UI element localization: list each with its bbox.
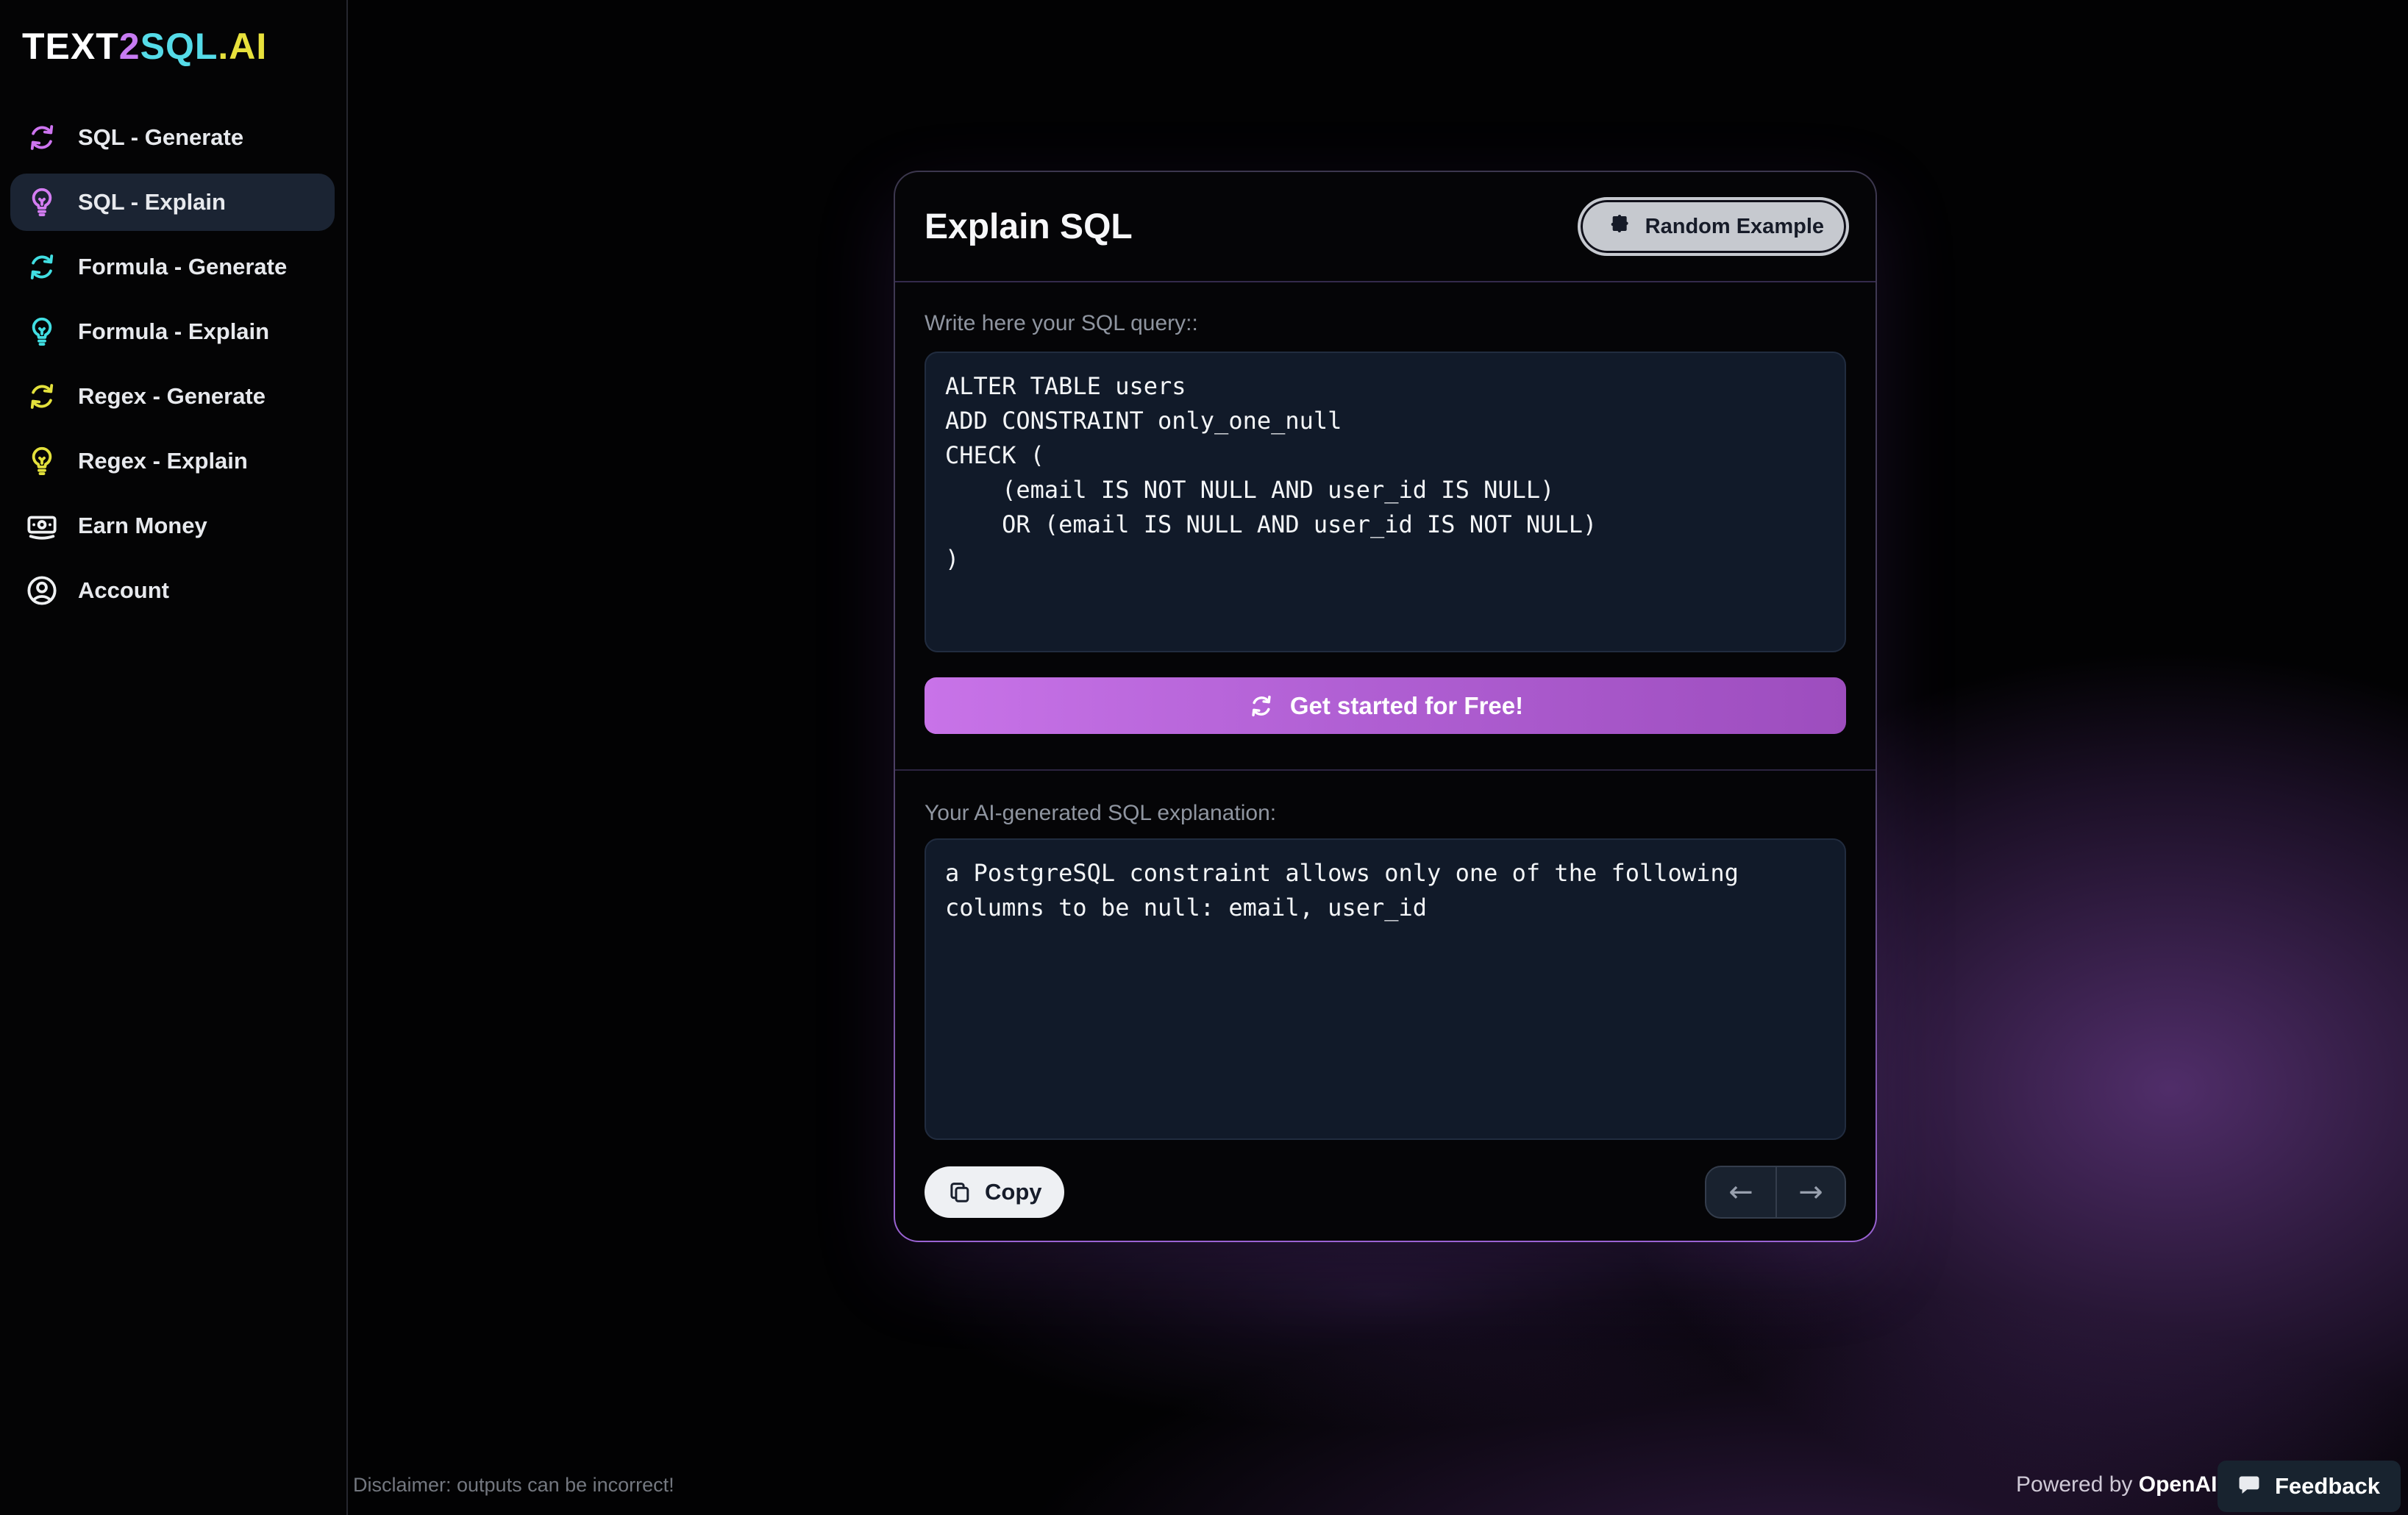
previous-result-button[interactable]: ←: [1706, 1167, 1775, 1217]
refresh-icon: [25, 379, 59, 413]
explanation-label: Your AI-generated SQL explanation:: [925, 800, 1846, 827]
random-example-label: Random Example: [1645, 215, 1824, 239]
card-footer: Copy ← →: [925, 1166, 1846, 1219]
page-title: Explain SQL: [925, 207, 1133, 247]
app-logo: TEXT2SQL.AI: [22, 25, 267, 68]
explanation-section: Your AI-generated SQL explanation: a Pos…: [895, 771, 1876, 1219]
refresh-icon: [1247, 692, 1275, 720]
banknote-icon: [25, 509, 59, 543]
powered-by: Powered by OpenAI: [2016, 1472, 2217, 1497]
sidebar-item-label: Formula - Generate: [78, 254, 287, 280]
sidebar-item-label: Regex - Generate: [78, 383, 266, 410]
arrow-left-icon: ←: [1728, 1175, 1753, 1209]
logo-text: TEXT: [22, 26, 119, 67]
copy-label: Copy: [985, 1179, 1042, 1205]
query-section: Write here your SQL query:: ALTER TABLE …: [895, 282, 1876, 734]
powered-by-prefix: Powered by: [2016, 1472, 2139, 1497]
sidebar-item-regex-explain[interactable]: Regex - Explain: [10, 432, 335, 490]
sidebar-item-formula-generate[interactable]: Formula - Generate: [10, 238, 335, 296]
powered-by-brand: OpenAI: [2139, 1472, 2218, 1497]
explain-sql-card: Explain SQL Random Example Write here yo…: [894, 171, 1877, 1242]
sidebar-item-regex-generate[interactable]: Regex - Generate: [10, 368, 335, 425]
account-icon: [25, 574, 59, 607]
get-started-button[interactable]: Get started for Free!: [925, 677, 1846, 734]
sidebar-item-formula-explain[interactable]: Formula - Explain: [10, 303, 335, 360]
card-header: Explain SQL Random Example: [895, 172, 1876, 282]
sidebar-item-label: SQL - Explain: [78, 189, 226, 215]
history-pager: ← →: [1705, 1166, 1846, 1219]
next-result-button[interactable]: →: [1775, 1167, 1845, 1217]
refresh-icon: [25, 250, 59, 284]
sidebar-item-label: SQL - Generate: [78, 124, 243, 151]
sidebar-item-sql-generate[interactable]: SQL - Generate: [10, 109, 335, 166]
feedback-label: Feedback: [2275, 1473, 2380, 1500]
sql-explanation-output[interactable]: a PostgreSQL constraint allows only one …: [925, 838, 1846, 1140]
disclaimer-text: Disclaimer: outputs can be incorrect!: [353, 1474, 674, 1497]
arrow-right-icon: →: [1798, 1175, 1823, 1209]
logo-sql: SQL: [140, 26, 218, 67]
query-label: Write here your SQL query::: [925, 310, 1846, 337]
sidebar-item-account[interactable]: Account: [10, 562, 335, 619]
sidebar-item-earn-money[interactable]: Earn Money: [10, 497, 335, 555]
feedback-button[interactable]: Feedback: [2218, 1461, 2401, 1512]
logo-two: 2: [119, 26, 140, 67]
get-started-label: Get started for Free!: [1290, 692, 1523, 720]
copy-button[interactable]: Copy: [925, 1166, 1064, 1218]
lightbulb-icon: [25, 185, 59, 219]
refresh-icon: [25, 121, 59, 154]
puzzle-icon: [1603, 212, 1632, 241]
sidebar-item-label: Earn Money: [78, 513, 207, 539]
sidebar-item-sql-explain[interactable]: SQL - Explain: [10, 174, 335, 231]
speech-bubble-icon: [2235, 1472, 2263, 1500]
copy-icon: [947, 1179, 973, 1205]
lightbulb-icon: [25, 444, 59, 478]
sidebar-item-label: Account: [78, 577, 169, 604]
sidebar-item-label: Formula - Explain: [78, 318, 269, 345]
sidebar-item-label: Regex - Explain: [78, 448, 248, 474]
sidebar: TEXT2SQL.AI SQL - Generate SQL - Explain…: [0, 0, 348, 1515]
sidebar-menu: SQL - Generate SQL - Explain Formula - G…: [10, 109, 335, 619]
sql-query-input[interactable]: ALTER TABLE users ADD CONSTRAINT only_on…: [925, 352, 1846, 652]
logo-ai: .AI: [218, 26, 267, 67]
lightbulb-icon: [25, 315, 59, 349]
random-example-button[interactable]: Random Example: [1578, 197, 1849, 256]
